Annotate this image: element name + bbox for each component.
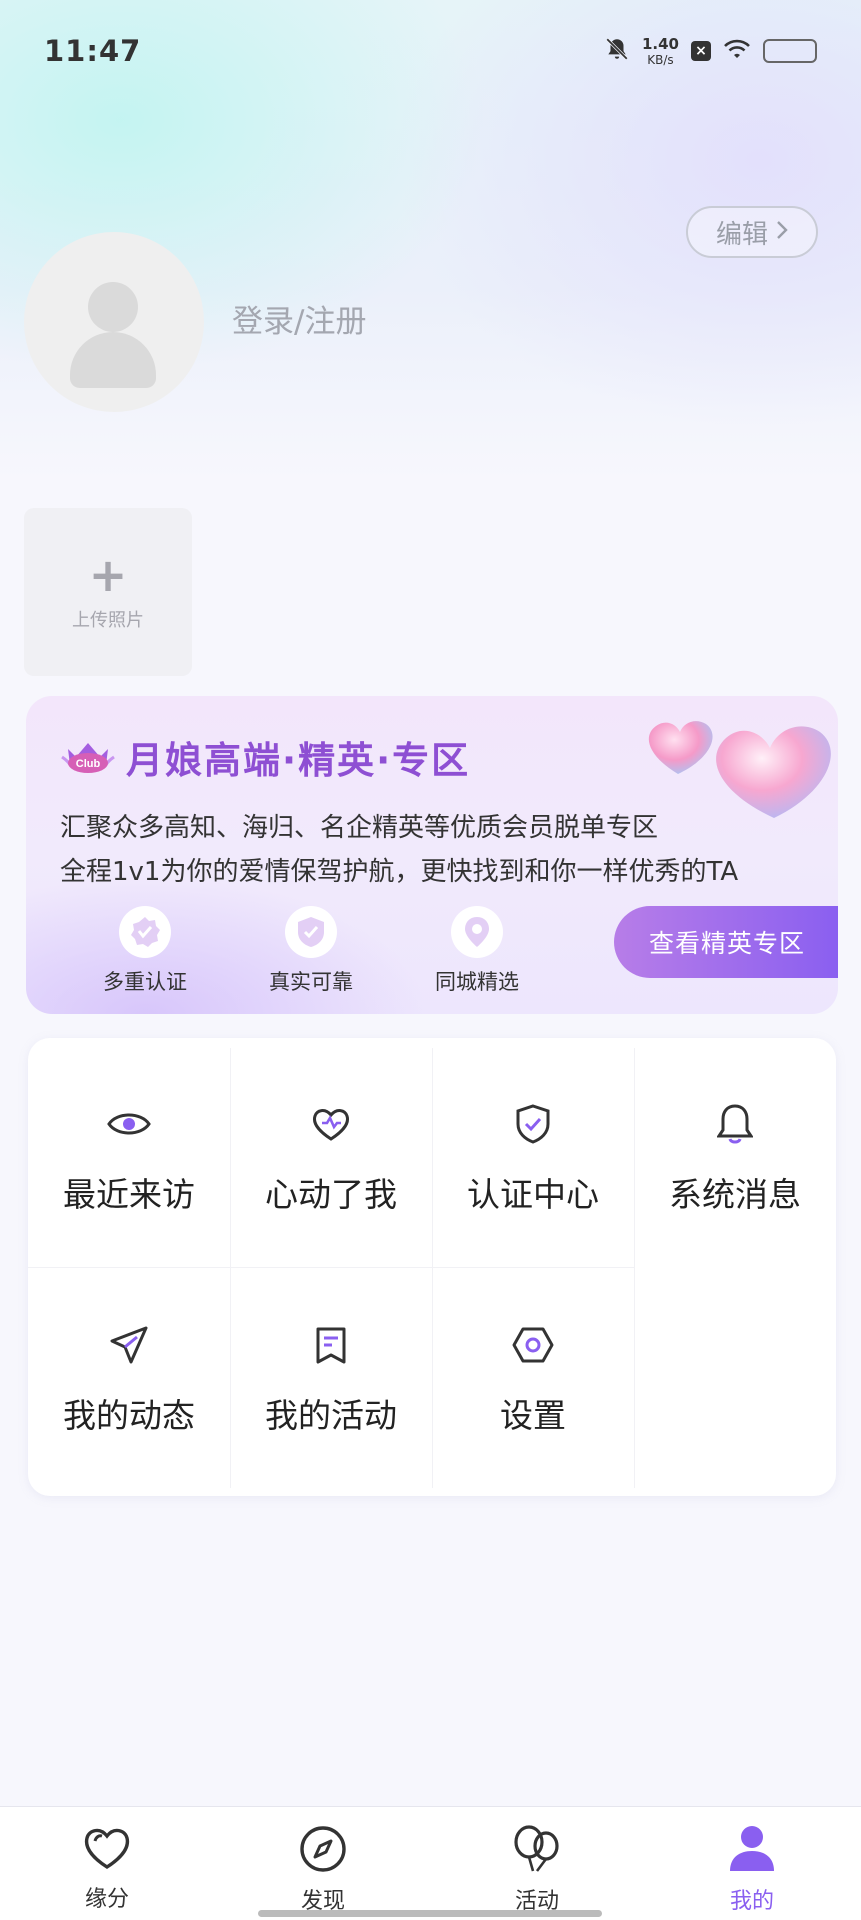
nav-tab-activities[interactable]: 活动: [477, 1825, 597, 1915]
nav-tab-discover[interactable]: 发现: [263, 1825, 383, 1915]
elite-description: 汇聚众多高知、海归、名企精英等优质会员脱单专区 全程1v1为你的爱情保驾护航，更…: [60, 806, 738, 894]
no-sim-icon: ×: [691, 41, 711, 61]
shield-check-icon: [285, 906, 337, 958]
heart-icon: [82, 1825, 132, 1875]
svg-text:Club: Club: [76, 758, 101, 770]
location-pin-icon: [451, 906, 503, 958]
shield-check-icon: [511, 1102, 555, 1146]
person-icon: [727, 1825, 777, 1877]
menu-recent-visitors[interactable]: 最近来访: [28, 1038, 230, 1267]
compass-icon: [299, 1825, 347, 1877]
eye-icon: [107, 1102, 151, 1146]
upload-photo-label: 上传照片: [72, 610, 144, 631]
status-bar: 11:47 1.40 KB/s ×: [0, 0, 861, 100]
home-indicator: [258, 1910, 602, 1917]
feature-multi-verify: 多重认证: [86, 906, 204, 996]
login-register-link[interactable]: 登录/注册: [232, 296, 366, 341]
heart-pulse-icon: [309, 1102, 353, 1146]
upload-photo-button[interactable]: + 上传照片: [24, 508, 192, 676]
bell-muted-icon: [604, 36, 630, 66]
menu-grid: 最近来访 心动了我 认证中心 系统消息 我的动态 我的活动 设置: [28, 1038, 836, 1496]
club-crown-icon: Club: [60, 735, 116, 779]
elite-desc-line1: 汇聚众多高知、海归、名企精英等优质会员脱单专区: [60, 813, 659, 843]
menu-settings[interactable]: 设置: [432, 1267, 634, 1496]
elite-title: Club 月娘高端·精英·专区: [60, 730, 470, 784]
plus-icon: +: [88, 548, 128, 602]
menu-system-messages[interactable]: 系统消息: [634, 1038, 836, 1267]
chevron-right-icon: [776, 217, 788, 247]
menu-my-moments[interactable]: 我的动态: [28, 1267, 230, 1496]
bookmark-list-icon: [309, 1323, 353, 1367]
verified-badge-icon: [119, 906, 171, 958]
balloons-icon: [511, 1825, 563, 1877]
menu-verification-center[interactable]: 认证中心: [432, 1038, 634, 1267]
nav-tab-mine[interactable]: 我的: [692, 1825, 812, 1915]
menu-my-activities[interactable]: 我的活动: [230, 1267, 432, 1496]
bottom-nav: 缘分 发现 活动 我的: [0, 1806, 861, 1920]
status-icons: 1.40 KB/s ×: [604, 34, 817, 68]
elite-desc-line2: 全程1v1为你的爱情保驾护航，更快找到和你一样优秀的TA: [60, 857, 739, 887]
edit-profile-button[interactable]: 编辑: [686, 206, 818, 258]
network-speed: 1.40 KB/s: [641, 34, 679, 67]
elite-zone-banner[interactable]: Club 月娘高端·精英·专区 汇聚众多高知、海归、名企精英等优质会员脱单专区 …: [26, 696, 838, 1014]
elite-features: 多重认证 真实可靠 同城精选: [86, 906, 536, 996]
battery-icon: [763, 39, 817, 63]
paper-plane-icon: [107, 1323, 151, 1367]
menu-liked-me[interactable]: 心动了我: [230, 1038, 432, 1267]
bell-icon: [713, 1102, 757, 1146]
hearts-decoration-icon: [648, 721, 831, 818]
status-time: 11:47: [44, 34, 142, 68]
wifi-icon: [723, 38, 751, 64]
avatar[interactable]: [24, 232, 204, 412]
edit-label: 编辑: [715, 219, 768, 250]
feature-local-select: 同城精选: [418, 906, 536, 996]
view-elite-zone-button[interactable]: 查看精英专区: [614, 906, 838, 978]
nav-tab-fate[interactable]: 缘分: [47, 1825, 167, 1913]
hexagon-settings-icon: [511, 1323, 555, 1367]
feature-authentic: 真实可靠: [252, 906, 370, 996]
elite-title-text: 月娘高端·精英·专区: [126, 739, 471, 782]
